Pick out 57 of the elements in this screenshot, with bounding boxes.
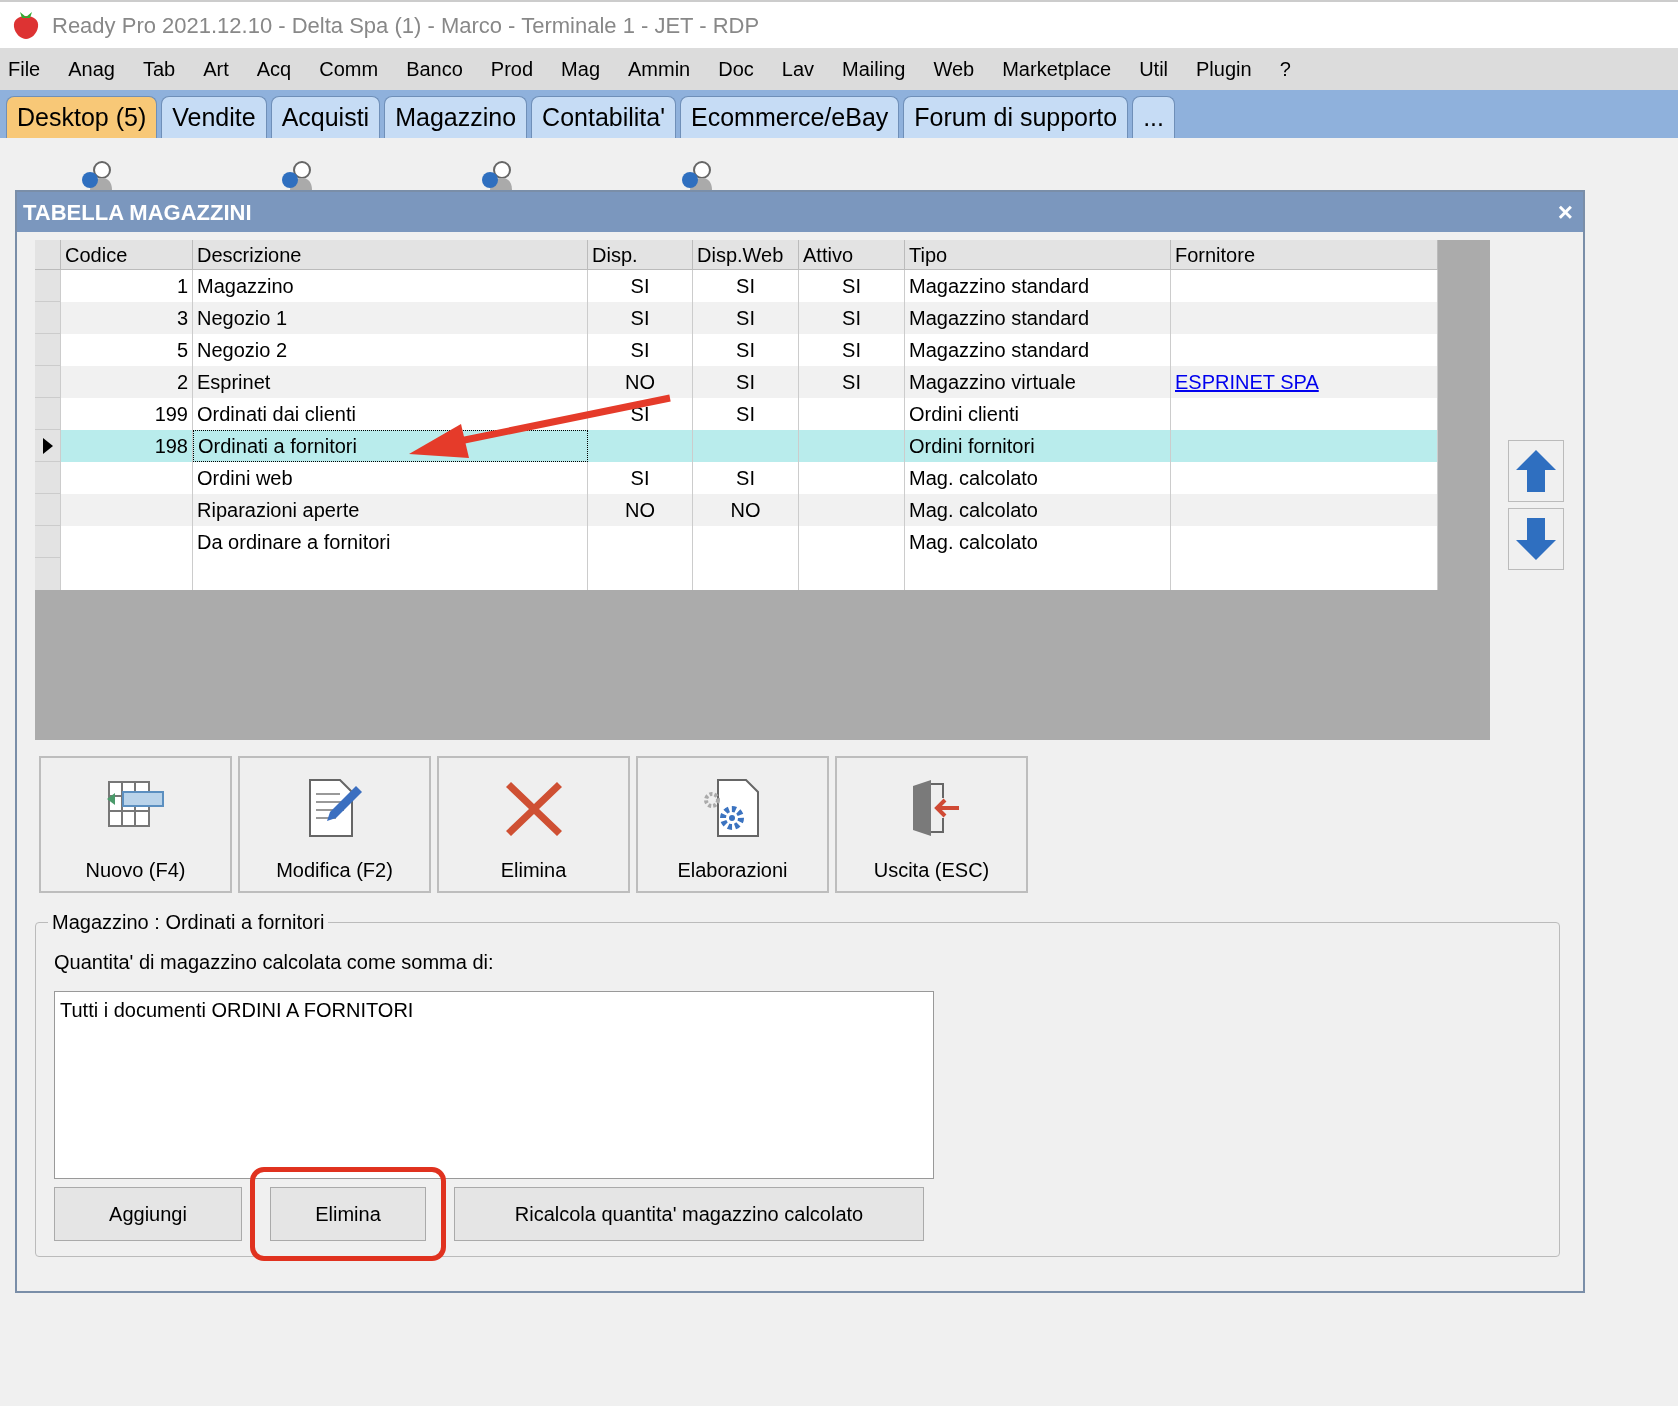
documents-field[interactable]: Tutti i documenti ORDINI A FORNITORI: [54, 991, 934, 1179]
column-header[interactable]: Disp.: [588, 240, 693, 270]
menu-item[interactable]: ?: [1279, 54, 1291, 84]
tab[interactable]: Vendite: [161, 96, 267, 138]
move-down-button[interactable]: [1508, 508, 1564, 570]
toolbar-button[interactable]: Modifica (F2): [238, 756, 431, 893]
menu-item[interactable]: Mailing: [842, 54, 906, 84]
strawberry-icon: [12, 10, 40, 40]
menu-item[interactable]: Mag: [561, 54, 600, 84]
sum-label: Quantita' di magazzino calcolata come somma di:: [54, 950, 495, 975]
column-header[interactable]: Tipo: [905, 240, 1171, 270]
toolbar-button[interactable]: Uscita (ESC): [835, 756, 1028, 893]
down-arrow-icon: [1514, 516, 1558, 562]
menu-item[interactable]: Art: [203, 54, 229, 84]
column-header[interactable]: Descrizione: [193, 240, 588, 270]
column-header[interactable]: Codice: [61, 240, 193, 270]
supplier-link[interactable]: ESPRINET SPA: [1175, 367, 1319, 397]
group-legend: Magazzino : Ordinati a fornitori: [48, 907, 329, 937]
row-header[interactable]: [35, 430, 61, 462]
column-header[interactable]: Fornitore: [1171, 240, 1438, 270]
menu-item[interactable]: Util: [1139, 54, 1168, 84]
tab[interactable]: Magazzino: [384, 96, 528, 138]
column-header[interactable]: Attivo: [799, 240, 905, 270]
menu-item[interactable]: Ammin: [628, 54, 691, 84]
menu-item[interactable]: File: [8, 54, 41, 84]
menu-item[interactable]: Doc: [718, 54, 754, 84]
tab[interactable]: Ecommerce/eBay: [680, 96, 900, 138]
tab[interactable]: Contabilita': [531, 96, 676, 138]
action-button[interactable]: Elimina: [270, 1187, 426, 1241]
toolbar-button[interactable]: Elaborazioni: [636, 756, 829, 893]
move-up-button[interactable]: [1508, 440, 1564, 502]
menu-item[interactable]: Marketplace: [1002, 54, 1112, 84]
column-header[interactable]: Disp.Web: [693, 240, 799, 270]
tab[interactable]: Acquisti: [270, 96, 381, 138]
toolbar-button[interactable]: Nuovo (F4): [39, 756, 232, 893]
menu-item[interactable]: Tab: [142, 54, 176, 84]
menu-item[interactable]: Plugin: [1196, 54, 1252, 84]
menu-item[interactable]: Banco: [406, 54, 463, 84]
up-arrow-icon: [1514, 448, 1558, 494]
row-pointer-icon: [42, 437, 53, 454]
tab[interactable]: Desktop (5): [6, 96, 158, 138]
menu-item[interactable]: Comm: [319, 54, 379, 84]
table-cell: Mag. calcolato: [905, 526, 1171, 558]
menu-item[interactable]: Anag: [68, 54, 115, 84]
menu-item[interactable]: Acq: [256, 54, 292, 84]
tab[interactable]: Forum di supporto: [903, 96, 1129, 138]
action-button[interactable]: Ricalcola quantita' magazzino calcolato: [454, 1187, 924, 1241]
action-button[interactable]: Aggiungi: [54, 1187, 242, 1241]
menu-item[interactable]: Web: [933, 54, 975, 84]
tab[interactable]: ...: [1132, 96, 1175, 138]
menu-item[interactable]: Prod: [490, 54, 534, 84]
dialog-title: TABELLA MAGAZZINI: [23, 198, 252, 227]
header-corner: [35, 240, 61, 270]
menu-item[interactable]: Lav: [781, 54, 815, 84]
window-title: Ready Pro 2021.12.10 - Delta Spa (1) - Marco - Terminale 1 - JET - RDP: [52, 11, 760, 40]
toolbar-button[interactable]: Elimina: [437, 756, 630, 893]
table-cell: Da ordinare a fornitori: [193, 526, 588, 558]
